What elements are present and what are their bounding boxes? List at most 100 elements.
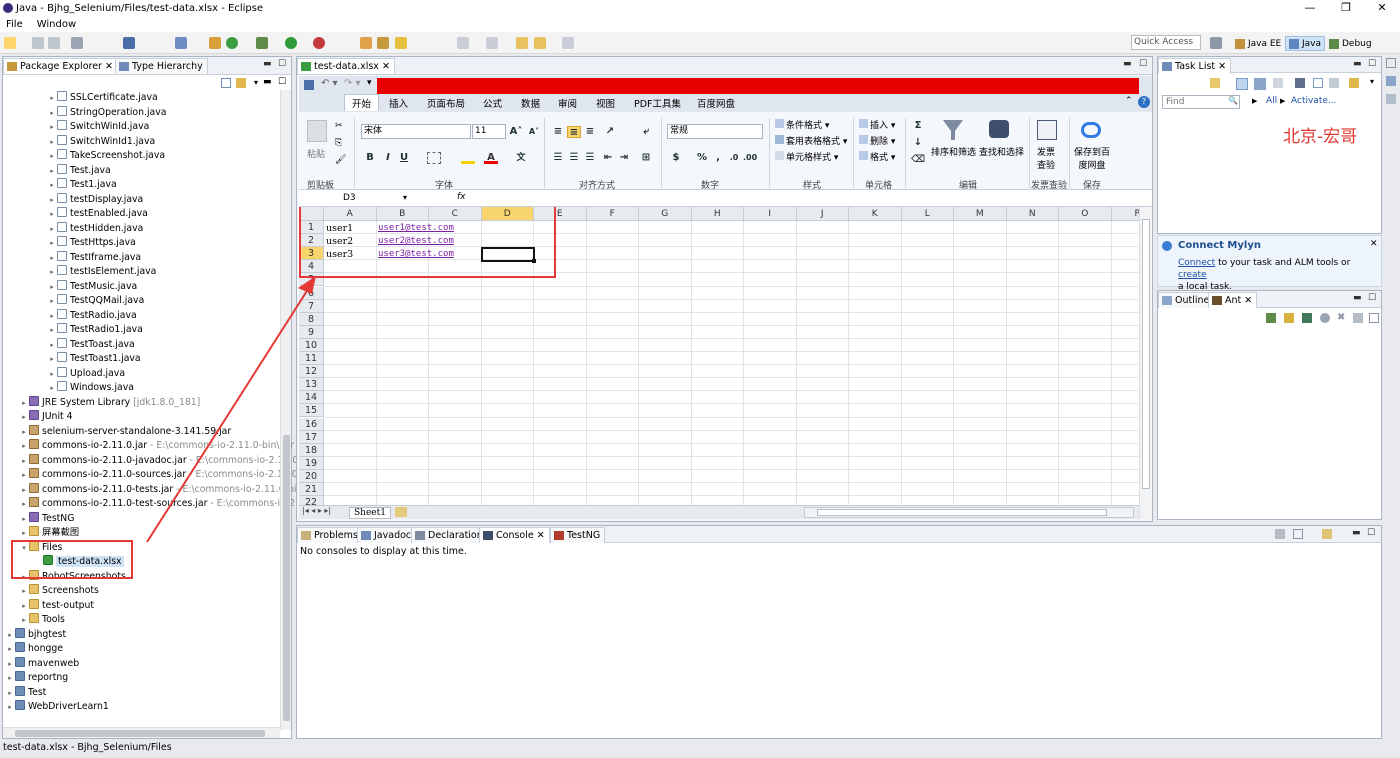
row-header[interactable]: 22: [299, 496, 324, 505]
java-file[interactable]: ▸ SwitchWinId.java: [47, 120, 149, 134]
maximize-icon[interactable]: [1369, 313, 1379, 323]
close-icon[interactable]: ✕: [382, 61, 390, 72]
folder-item[interactable]: ▸ RobotScreenshots: [19, 569, 126, 584]
library-item[interactable]: ▸ commons-io-2.11.0-test-sources.jar - E:…: [19, 497, 295, 511]
paste-icon[interactable]: [307, 120, 327, 142]
java-file[interactable]: ▸ TakeScreenshot.java: [47, 149, 165, 163]
minimize-button[interactable]: —: [1292, 0, 1328, 16]
new-icon[interactable]: [4, 37, 16, 49]
merge-center-icon[interactable]: ⊞: [639, 152, 653, 164]
format-painter-icon[interactable]: 🖌: [335, 155, 346, 165]
cell-style-button[interactable]: 单元格样式 ▾: [775, 150, 838, 163]
row-header[interactable]: 16: [299, 417, 324, 431]
expand-icon[interactable]: ▸: [47, 164, 57, 178]
scheduled-icon[interactable]: [1254, 78, 1266, 90]
save-icon[interactable]: [32, 37, 44, 49]
comma-icon[interactable]: ,: [711, 152, 725, 164]
project-item[interactable]: ▸ hongge: [5, 642, 63, 656]
clear-icon[interactable]: ⌫: [911, 154, 925, 166]
java-file[interactable]: ▸ Test1.java: [47, 178, 117, 192]
tab-declaration[interactable]: Declaration: [411, 527, 488, 543]
task-list-trim-icon[interactable]: [1386, 76, 1396, 86]
row-header[interactable]: 10: [299, 338, 324, 352]
java-file[interactable]: ▸ Upload.java: [47, 366, 125, 381]
run-target-icon[interactable]: [1320, 313, 1330, 323]
project-item[interactable]: ▸ WebDriverLearn1: [5, 700, 109, 714]
row-header[interactable]: 17: [299, 430, 324, 444]
minimize-icon[interactable]: ▬: [1353, 59, 1362, 69]
expand-icon[interactable]: ▸: [47, 323, 57, 337]
ribbon-tab-baidu[interactable]: 百度网盘: [697, 96, 735, 110]
insert-cells-button[interactable]: 插入 ▾: [859, 118, 895, 131]
close-icon[interactable]: ✕: [537, 530, 545, 541]
bold-button[interactable]: B: [363, 152, 377, 164]
console-display-icon[interactable]: [1275, 529, 1285, 539]
name-box-dropdown-icon[interactable]: ▾: [403, 193, 407, 202]
sort-filter-icon[interactable]: [943, 120, 963, 140]
row-header[interactable]: 8: [299, 312, 324, 326]
java-file[interactable]: ▸ testEnabled.java: [47, 207, 148, 221]
row-header[interactable]: 11: [299, 352, 324, 365]
find-select-label[interactable]: 查找和选择: [979, 145, 1024, 158]
find-clear-icon[interactable]: 🔍: [1228, 96, 1238, 105]
new-sheet-icon[interactable]: [395, 507, 407, 517]
hide-completed-icon[interactable]: [1295, 78, 1305, 88]
name-box[interactable]: D3: [343, 193, 356, 203]
expand-icon[interactable]: ▸: [19, 468, 29, 482]
perspective-java-ee[interactable]: Java EE: [1232, 36, 1284, 51]
expand-icon[interactable]: ▸: [47, 338, 57, 352]
maximize-icon[interactable]: ☐: [1368, 59, 1376, 69]
java-file[interactable]: ▸ testIsElement.java: [47, 265, 156, 279]
decrease-font-icon[interactable]: A˅: [527, 126, 541, 138]
task-repo-icon[interactable]: [1349, 78, 1359, 88]
expand-icon[interactable]: ▸: [47, 207, 57, 221]
scroll-thumb[interactable]: [15, 730, 265, 737]
autosum-icon[interactable]: Σ: [911, 120, 925, 132]
tab-test-data-xlsx[interactable]: test-data.xlsx ✕: [297, 58, 395, 74]
expand-icon[interactable]: ▸: [5, 657, 15, 671]
expand-icon[interactable]: ▸: [19, 410, 29, 424]
decrease-decimal-icon[interactable]: .00: [743, 152, 757, 164]
align-top-icon[interactable]: ≡: [551, 126, 565, 138]
open-type-icon[interactable]: [360, 37, 372, 49]
ribbon-tab-home[interactable]: 开始: [344, 94, 380, 111]
indent-increase-icon[interactable]: ⇥: [617, 152, 631, 164]
tab-console[interactable]: Console ✕: [479, 527, 550, 543]
column-header[interactable]: G: [639, 207, 692, 221]
format-cells-button[interactable]: 格式 ▾: [859, 150, 895, 163]
tab-testng[interactable]: TestNG: [550, 527, 606, 543]
expand-icon[interactable]: ▸: [19, 584, 29, 598]
file-test-data-xlsx[interactable]: test-data.xlsx: [33, 555, 124, 569]
last-edit-icon[interactable]: [516, 37, 528, 49]
folder-item[interactable]: ▸ test-output: [19, 598, 94, 613]
java-file[interactable]: ▸ TestMusic.java: [47, 279, 137, 294]
expand-icon[interactable]: ▸: [47, 236, 57, 250]
cut-icon[interactable]: ✂: [335, 121, 343, 131]
ribbon-tab-insert[interactable]: 插入: [389, 96, 408, 110]
folder-item[interactable]: ▸ Tools: [19, 613, 65, 627]
open-resource-icon[interactable]: [377, 37, 389, 49]
help-icon[interactable]: ?: [1138, 96, 1150, 108]
expand-icon[interactable]: ▸: [47, 251, 57, 265]
font-name-select[interactable]: 宋体: [361, 124, 471, 139]
expand-icon[interactable]: ▸: [5, 686, 15, 700]
filter-icon[interactable]: [1273, 78, 1283, 88]
scroll-thumb[interactable]: [817, 509, 1107, 516]
terminal-icon[interactable]: [123, 37, 135, 49]
refresh-icon[interactable]: [226, 37, 238, 49]
sheet-nav-icon[interactable]: |◂ ◂ ▸ ▸|: [302, 506, 331, 515]
ribbon-tab-formulas[interactable]: 公式: [483, 96, 502, 110]
next-annotation-icon[interactable]: [457, 37, 469, 49]
underline-button[interactable]: U: [397, 152, 411, 164]
create-link[interactable]: create: [1178, 270, 1207, 280]
java-file[interactable]: ▸ StringOperation.java: [47, 105, 166, 120]
paste-label[interactable]: 粘贴: [307, 147, 325, 160]
project-item[interactable]: ▸ bjhgtest: [5, 627, 66, 642]
perspective-java[interactable]: Java: [1285, 36, 1326, 51]
fill-color-icon[interactable]: [461, 152, 475, 164]
library-item[interactable]: ▸ JRE System Library [jdk1.8.0_181]: [19, 395, 200, 410]
maximize-icon[interactable]: ☐: [1368, 293, 1376, 303]
close-icon[interactable]: ✕: [1370, 239, 1378, 249]
expand-icon[interactable]: ▸: [47, 367, 57, 381]
java-file[interactable]: ▸ TestRadio1.java: [47, 323, 143, 337]
